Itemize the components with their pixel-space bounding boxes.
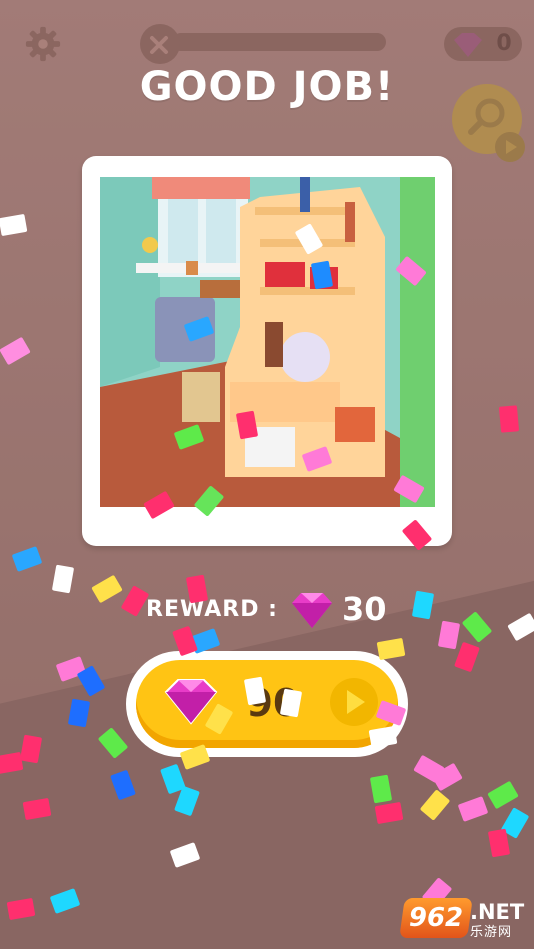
gem-icon [292,593,332,628]
watermark-cn: 乐游网 [470,925,513,940]
gear-icon[interactable] [24,25,62,63]
confetti-piece [498,405,520,433]
room-photo [100,177,435,507]
play-icon [495,132,525,162]
watermark-net: .NET [470,900,525,924]
play-triangle [347,690,365,714]
reward-value: 30 [342,590,387,628]
gem-count: 0 [496,31,512,56]
wrench-icon [140,24,180,64]
reward-label: REWARD : [146,597,278,622]
level-progress-bar [172,33,386,51]
page-title: GOOD JOB! [139,64,395,110]
gem-icon [454,33,482,57]
watermark-number: 962 [408,903,464,933]
